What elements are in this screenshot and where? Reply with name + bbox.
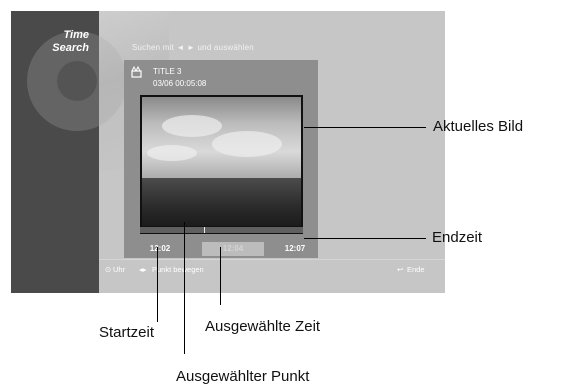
sidebar: Time Search [11,11,127,293]
callout-line-selected-time [220,247,221,305]
tv-osd-screen: Time Search Suchen mit ◄ ► und auswählen… [11,11,445,293]
callout-end-time: Endzeit [432,229,483,246]
time-search-panel: TITLE 3 03/06 00:05:08 12:02 12:04 12:07 [124,60,318,258]
title-info: 03/06 00:05:08 [153,79,207,88]
callout-line-current-image [304,127,426,128]
selected-point-marker[interactable] [204,227,205,233]
return-icon: ↩ [397,265,404,274]
callout-line-end-time [304,238,426,239]
clock-icon: ⊙ [105,265,112,274]
start-time: 12:02 [149,244,171,253]
current-image-thumbnail [140,95,303,229]
move-point-hint: Punkt bewegen [152,265,204,274]
end-hint: Ende [407,265,425,274]
sky-area [142,97,301,188]
clapperboard-icon [131,66,142,78]
cloud [212,131,282,157]
time-row: 12:02 12:04 12:07 [140,242,320,256]
callout-selected-point: Ausgewählter Punkt [176,368,310,385]
selected-time[interactable]: 12:04 [202,242,264,256]
sidebar-title: Time Search [52,29,89,54]
cloud [162,115,222,137]
seek-bar[interactable] [140,226,303,234]
title-name: TITLE 3 [153,67,182,76]
callout-line-selected-point [184,222,185,354]
callout-selected-time: Ausgewählte Zeit [205,318,321,335]
callout-start-time: Startzeit [99,324,155,341]
left-right-arrows-icon: ◂▸ [139,265,147,274]
divider [99,259,445,260]
bottom-help-bar: ⊙ Uhr ◂▸ Punkt bewegen ↩ Ende [99,263,445,277]
landscape-ground [142,177,301,227]
clock-hint: Uhr [113,265,126,274]
instruction-text: Suchen mit ◄ ► und auswählen [132,43,254,52]
callout-current-image: Aktuelles Bild [433,118,524,135]
callout-line-start-time [157,247,158,322]
end-time: 12:07 [284,244,306,253]
cloud [147,145,197,161]
